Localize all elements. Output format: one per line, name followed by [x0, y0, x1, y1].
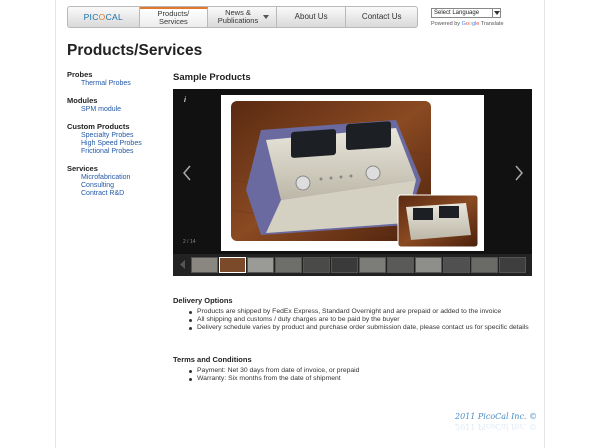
sidebar-heading: Services: [67, 164, 98, 173]
sidebar-group-services: Services Microfabrication Consulting Con…: [67, 164, 167, 198]
nav-contact-us[interactable]: Contact Us: [346, 7, 417, 27]
copyright-signature: 2011 PicoCal Inc. ©: [455, 412, 538, 421]
terms-heading: Terms and Conditions: [173, 355, 252, 364]
list-item: Payment: Net 30 days from date of invoic…: [173, 367, 538, 375]
nav-about-label: About Us: [294, 12, 328, 21]
terms-section: Terms and Conditions Payment: Net 30 day…: [173, 355, 538, 383]
delivery-heading: Delivery Options: [173, 296, 233, 305]
thumbnail[interactable]: [359, 257, 386, 273]
sidebar-group-custom-products: Custom Products Specialty Probes High Sp…: [67, 122, 167, 156]
thumbnail[interactable]: [247, 257, 274, 273]
next-image-arrow[interactable]: [514, 165, 524, 181]
main-nav: PICOCAL Products/ Services News & Public…: [67, 6, 418, 28]
logo-text: PICOCAL: [83, 12, 124, 22]
thumbnail[interactable]: [471, 257, 498, 273]
language-select-value: Select Language: [434, 10, 480, 16]
sidebar-group-modules: Modules SPM module: [67, 96, 167, 114]
nav-contact-label: Contact Us: [361, 12, 402, 21]
list-item: Delivery schedule varies by product and …: [173, 324, 538, 332]
sidebar-heading: Modules: [67, 96, 98, 105]
nav-news-publications[interactable]: News & Publications: [208, 7, 277, 27]
strip-prev-arrow[interactable]: [180, 260, 186, 269]
page-title: Products/Services: [67, 42, 203, 59]
nav-news-label: News & Publications: [217, 8, 259, 25]
copyright-reflection: 2011 PicoCal Inc. ©: [455, 422, 538, 431]
chevron-down-icon: [262, 15, 269, 19]
sidebar-heading: Probes: [67, 70, 93, 79]
image-counter: 2 / 14: [183, 239, 196, 245]
nav-products-services[interactable]: Products/ Services: [139, 7, 209, 27]
list-item: Warranty: Six months from the date of sh…: [173, 375, 538, 383]
google-logo-icon: Google: [461, 21, 480, 27]
image-gallery: i 2 / 14: [173, 89, 532, 276]
google-translate-widget: Select Language Powered by Google Transl…: [431, 8, 504, 27]
sidebar-link-contract-rd[interactable]: Contract R&D: [67, 190, 167, 198]
section-title: Sample Products: [173, 72, 251, 83]
list-item: Products are shipped by FedEx Express, S…: [173, 308, 538, 316]
logo[interactable]: PICOCAL: [68, 7, 140, 27]
thumbnail[interactable]: [275, 257, 302, 273]
sidebar-link-frictional-probes[interactable]: Frictional Probes: [67, 148, 167, 156]
powered-by-google: Powered by Google Translate: [431, 21, 504, 27]
terms-list: Payment: Net 30 days from date of invoic…: [173, 367, 538, 383]
sidebar-group-probes: Probes Thermal Probes: [67, 70, 167, 88]
sidebar-link-specialty-probes[interactable]: Specialty Probes: [67, 132, 167, 140]
sidebar-link-microfabrication[interactable]: Microfabrication: [67, 174, 167, 182]
thumbnail[interactable]: [191, 257, 218, 273]
thumbnail[interactable]: [443, 257, 470, 273]
delivery-options-section: Delivery Options Products are shipped by…: [173, 296, 538, 331]
sidebar-heading: Custom Products: [67, 122, 130, 131]
sidebar-link-high-speed-probes[interactable]: High Speed Probes: [67, 140, 167, 148]
thumbnail[interactable]: [387, 257, 414, 273]
nav-about-us[interactable]: About Us: [277, 7, 347, 27]
product-device-image: [230, 101, 479, 248]
sidebar-link-consulting[interactable]: Consulting: [67, 182, 167, 190]
sidebar: Probes Thermal Probes Modules SPM module…: [67, 70, 167, 206]
sidebar-link-thermal-probes[interactable]: Thermal Probes: [67, 80, 167, 88]
list-item: All shipping and customs / duty charges …: [173, 316, 538, 324]
thumbnail-strip: [173, 254, 532, 276]
thumbnail[interactable]: [331, 257, 358, 273]
product-photo: [221, 95, 484, 251]
info-icon[interactable]: i: [184, 97, 186, 104]
thumbnail[interactable]: [499, 257, 526, 273]
sidebar-link-spm-module[interactable]: SPM module: [67, 106, 167, 114]
prev-image-arrow[interactable]: [182, 165, 192, 181]
delivery-list: Products are shipped by FedEx Express, S…: [173, 308, 538, 331]
thumbnail[interactable]: [415, 257, 442, 273]
chevron-down-icon: [492, 9, 500, 17]
nav-products-label: Products/ Services: [157, 9, 190, 26]
language-select[interactable]: Select Language: [431, 8, 501, 18]
thumbnail[interactable]: [303, 257, 330, 273]
thumbnail[interactable]: [219, 257, 246, 273]
